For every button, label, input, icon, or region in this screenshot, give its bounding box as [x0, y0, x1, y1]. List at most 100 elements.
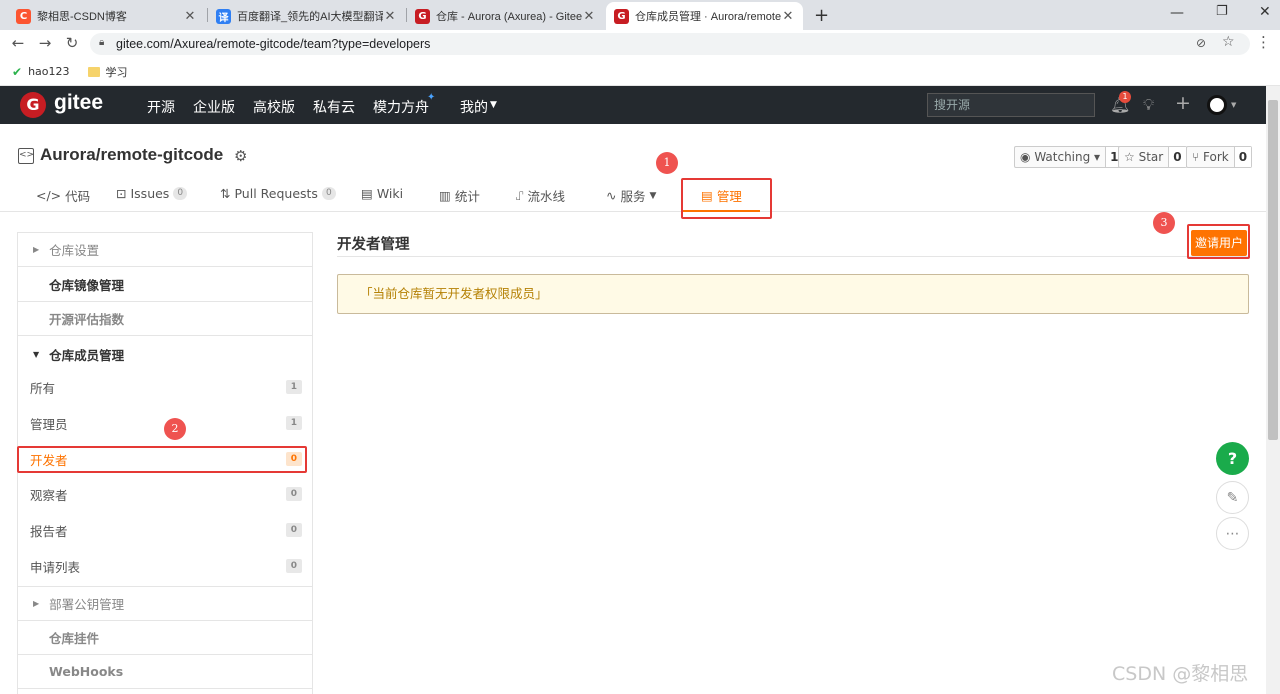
close-tab-icon[interactable]: ✕ [183, 9, 197, 24]
filter-count: 0 [285, 523, 302, 537]
browser-tab-gitee-repos[interactable]: G 仓库 - Aurora (Axurea) - Gitee.c ✕ [407, 2, 604, 30]
close-tab-icon[interactable]: ✕ [582, 9, 596, 24]
lightbulb-icon[interactable]: 💡︎ [1143, 95, 1154, 115]
pulls-count: 0 [321, 187, 336, 200]
bookmark-hao123[interactable]: ✔ hao123 [12, 65, 70, 79]
tab-pipeline[interactable]: ⑀ 流水线 [516, 186, 565, 205]
caret-down-icon[interactable]: ▼ [490, 100, 497, 110]
repo-code-icon: <> [18, 148, 34, 164]
title-divider [337, 256, 1249, 257]
gitee-favicon-icon: G [614, 8, 629, 24]
eye-off-icon[interactable]: ⊘ [1196, 36, 1206, 50]
new-tab-icon[interactable]: + [814, 5, 829, 26]
nav-education[interactable]: 高校版 [253, 97, 295, 117]
sparkle-icon: ✦ [427, 92, 436, 103]
avatar-caret-icon[interactable]: ▼ [1231, 101, 1236, 109]
sidebar-item-deploy-keys[interactable]: ▶ 部署公钥管理 [17, 587, 313, 621]
brand-name[interactable]: gitee [54, 91, 103, 115]
sidebar-item-mirror[interactable]: 仓库镜像管理 [17, 268, 313, 302]
feedback-edit-icon[interactable]: ✎ [1216, 481, 1249, 514]
sidebar-label: 仓库成员管理 [49, 347, 125, 363]
issues-count: 0 [173, 187, 188, 200]
sidebar-label: WebHooks [49, 664, 124, 679]
search-input[interactable]: 搜开源 [927, 93, 1095, 117]
bookmark-folder-study[interactable]: 学习 [87, 64, 128, 80]
forward-icon[interactable]: → [36, 34, 54, 52]
sidebar-item-webhooks[interactable]: WebHooks [17, 655, 313, 689]
browser-menu-icon[interactable]: ⋮ [1256, 33, 1271, 51]
pulse-icon: ∿ [606, 188, 617, 203]
back-icon[interactable]: ← [9, 34, 27, 52]
tab-services[interactable]: ∿ 服务 ▼ [606, 186, 656, 205]
bookmark-star-icon[interactable]: ☆ [1222, 34, 1235, 50]
pull-request-icon: ⇅ [220, 186, 231, 201]
lock-icon[interactable]: 🔒︎ [99, 37, 104, 48]
watch-button[interactable]: ◉ Watching ▾ 1 [1014, 146, 1124, 168]
tab-label: 代码 [65, 189, 91, 204]
member-filter-applications[interactable]: 申请列表 0 [30, 554, 302, 578]
close-window-icon[interactable]: ✕ [1259, 4, 1271, 20]
nav-private-cloud[interactable]: 私有云 [313, 97, 355, 117]
caret-down-icon: ▼ [33, 349, 40, 359]
nav-open-source[interactable]: 开源 [147, 97, 175, 117]
filter-label: 管理员 [30, 416, 68, 432]
tab-code[interactable]: </> 代码 [36, 186, 90, 205]
avatar[interactable] [1207, 95, 1227, 115]
member-filter-observers[interactable]: 观察者 0 [30, 482, 302, 506]
chat-icon[interactable]: ⋯ [1216, 517, 1249, 550]
bookmarks-bar: ✔ hao123 学习 [0, 58, 1280, 86]
close-tab-icon[interactable]: ✕ [781, 9, 795, 24]
member-filter-all[interactable]: 所有 1 [30, 375, 302, 399]
sidebar-item-members[interactable]: ▼ 仓库成员管理 [17, 337, 313, 371]
scrollbar-thumb[interactable] [1268, 100, 1278, 440]
nav-mine[interactable]: 我的 [460, 97, 488, 117]
caret-right-icon: ▶ [33, 245, 40, 254]
sidebar-item-repo-settings[interactable]: ▶ 仓库设置 [17, 233, 313, 267]
member-filter-reporters[interactable]: 报告者 0 [30, 518, 302, 542]
help-button[interactable]: ? [1216, 442, 1249, 475]
url-input[interactable]: gitee.com/Axurea/remote-gitcode/team?typ… [90, 33, 1250, 55]
filter-count: 0 [285, 559, 302, 573]
minimize-icon[interactable]: — [1170, 5, 1184, 21]
tab-divider [0, 211, 1266, 212]
maximize-icon[interactable]: ❐ [1216, 4, 1228, 19]
plus-icon[interactable]: + [1175, 92, 1191, 114]
reload-icon[interactable]: ↻ [63, 34, 81, 52]
sidebar-item-widgets[interactable]: 仓库挂件 [17, 621, 313, 655]
annotation-box-developers [17, 446, 307, 473]
star-button[interactable]: ☆ Star 0 [1118, 146, 1187, 168]
close-tab-icon[interactable]: ✕ [383, 9, 397, 24]
baidu-translate-favicon-icon: 译 [216, 8, 231, 24]
tab-issues[interactable]: ⊡ Issues 0 [116, 186, 188, 201]
repo-badge-icon[interactable]: ⚙ [234, 147, 247, 165]
nav-moli-fangzhou[interactable]: 模力方舟 [373, 97, 429, 117]
sidebar-label: 仓库镜像管理 [49, 278, 125, 293]
page-title: 开发者管理 [337, 237, 410, 253]
issues-icon: ⊡ [116, 186, 127, 201]
nav-enterprise[interactable]: 企业版 [193, 97, 235, 117]
empty-members-notice: 「当前仓库暂无开发者权限成员」 [337, 274, 1249, 314]
fork-button[interactable]: ⑂ Fork 0 [1186, 146, 1253, 168]
annotation-number: 1 [656, 152, 678, 174]
tab-stats[interactable]: ▥ 统计 [439, 186, 480, 205]
sidebar-item-open-source-index[interactable]: 开源评估指数 [17, 302, 313, 336]
tab-title: 百度翻译_领先的AI大模型翻译_支 [237, 11, 383, 23]
bookmark-label: 学习 [105, 65, 128, 79]
caret-right-icon: ▶ [33, 599, 40, 608]
filter-count: 1 [285, 416, 302, 430]
tab-label: Pull Requests [234, 186, 318, 201]
notification-badge: 1 [1119, 91, 1131, 103]
repo-name[interactable]: Aurora/remote-gitcode [40, 145, 223, 165]
pipeline-icon: ⑀ [516, 188, 524, 203]
browser-tab-csdn[interactable]: C 黎相思-CSDN博客 ✕ [8, 2, 205, 30]
gitee-logo-icon[interactable]: G [20, 92, 46, 118]
filter-label: 观察者 [30, 487, 68, 503]
tab-label: Wiki [376, 186, 404, 201]
annotation-box-manage-tab [681, 178, 772, 219]
filter-count: 0 [285, 487, 302, 501]
tab-wiki[interactable]: ▤ Wiki [361, 186, 403, 201]
browser-tab-member-management[interactable]: G 仓库成员管理 · Aurora/remote-g ✕ [606, 2, 803, 30]
folder-icon [87, 66, 100, 77]
tab-pull-requests[interactable]: ⇅ Pull Requests 0 [220, 186, 336, 201]
browser-tab-baidu-translate[interactable]: 译 百度翻译_领先的AI大模型翻译_支 ✕ [208, 2, 405, 30]
